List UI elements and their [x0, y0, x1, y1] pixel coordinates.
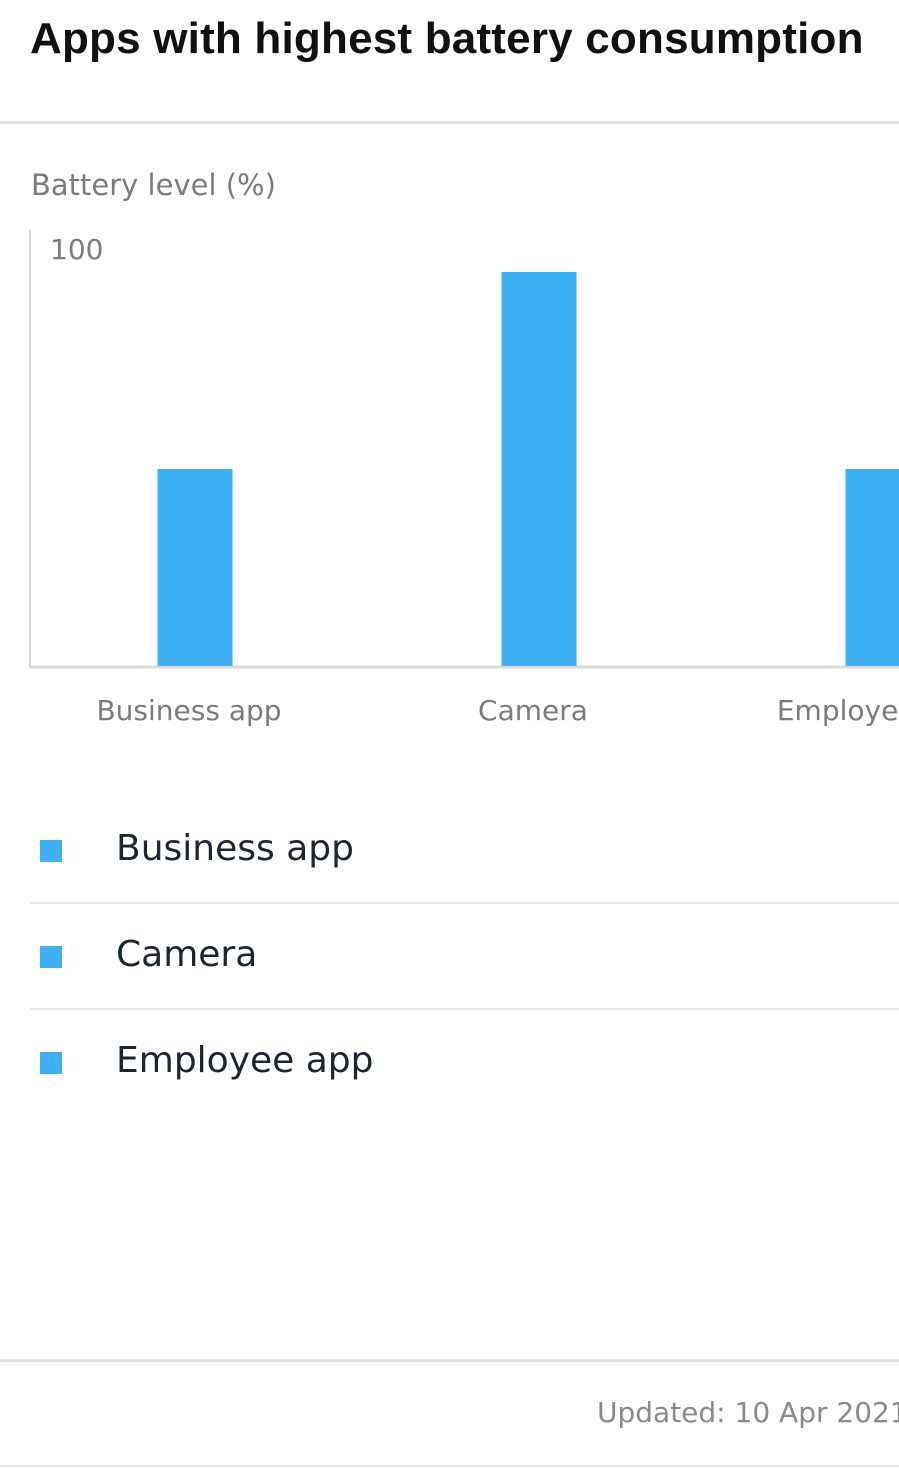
chart-legend: Business app Camera Employee app — [0, 798, 899, 1116]
square-swatch-icon — [40, 1052, 62, 1074]
x-tick-label: Employee app — [777, 694, 899, 727]
legend-item-business-app[interactable]: Business app — [0, 798, 899, 904]
x-tick-label: Camera — [478, 694, 588, 727]
y-tick-label: 100 — [50, 233, 103, 266]
legend-item-employee-app[interactable]: Employee app — [0, 1010, 899, 1116]
square-swatch-icon — [40, 946, 62, 968]
updated-timestamp: Updated: 10 Apr 2021 16 — [597, 1396, 899, 1429]
legend-item-camera[interactable]: Camera — [0, 904, 899, 1010]
legend-label: Camera — [116, 934, 258, 975]
battery-bar-chart: 100 Business app Camera Employee app — [0, 225, 899, 745]
square-swatch-icon — [40, 840, 62, 862]
legend-label: Business app — [116, 828, 354, 869]
bar-camera — [501, 272, 577, 666]
y-axis-label: Battery level (%) — [31, 168, 276, 202]
x-tick-label: Business app — [96, 694, 281, 727]
bar-business-app — [157, 469, 233, 666]
battery-consumption-card: Apps with highest battery consumption Ba… — [0, 0, 899, 1468]
page-title: Apps with highest battery consumption — [30, 14, 864, 63]
bottom-divider — [0, 1465, 899, 1467]
header-divider — [0, 121, 899, 124]
footer-divider — [0, 1359, 899, 1362]
legend-label: Employee app — [116, 1040, 374, 1081]
bar-employee-app — [845, 469, 899, 666]
chart-svg: 100 Business app Camera Employee app — [29, 230, 899, 727]
